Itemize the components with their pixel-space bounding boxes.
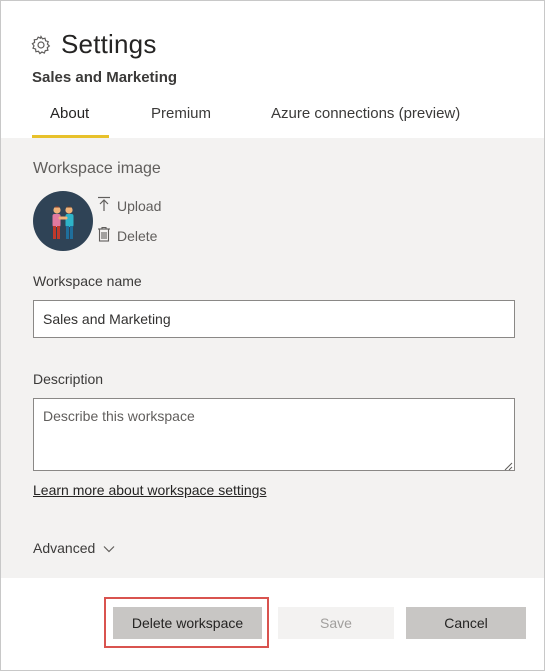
title-row: Settings	[31, 29, 157, 60]
advanced-label: Advanced	[33, 540, 96, 556]
delete-image-label: Delete	[117, 227, 158, 244]
tab-premium[interactable]: Premium	[151, 105, 211, 122]
advanced-toggle[interactable]: Advanced	[33, 540, 115, 556]
settings-footer: Delete workspace Save Cancel	[1, 578, 544, 670]
learn-more-link[interactable]: Learn more about workspace settings	[33, 482, 266, 498]
workspace-image-title: Workspace image	[33, 160, 161, 177]
description-textarea[interactable]	[33, 398, 515, 471]
workspace-name-label: Workspace name	[33, 273, 142, 289]
workspace-name-heading: Sales and Marketing	[32, 69, 178, 86]
cancel-button[interactable]: Cancel	[406, 607, 526, 639]
trash-icon	[97, 226, 117, 245]
description-label: Description	[33, 371, 104, 387]
workspace-image-avatar	[33, 191, 93, 251]
resize-grip-icon[interactable]	[503, 458, 513, 471]
workspace-name-input[interactable]	[33, 300, 515, 338]
gear-icon	[31, 34, 51, 55]
upload-icon	[97, 196, 117, 215]
settings-header: Settings Sales and Marketing About Premi…	[1, 1, 544, 138]
highlight-box	[104, 597, 269, 648]
upload-image-button[interactable]: Upload	[97, 196, 161, 215]
tab-azure-connections[interactable]: Azure connections (preview)	[271, 105, 460, 122]
delete-image-button[interactable]: Delete	[97, 226, 157, 245]
settings-panel: Settings Sales and Marketing About Premi…	[0, 0, 545, 671]
page-title: Settings	[61, 29, 157, 59]
tab-about[interactable]: About	[50, 105, 89, 122]
chevron-down-icon	[95, 540, 115, 556]
save-button[interactable]: Save	[278, 607, 394, 639]
upload-label: Upload	[117, 197, 162, 214]
about-tab-content: Workspace image Upload Delete Workspace …	[1, 138, 544, 578]
